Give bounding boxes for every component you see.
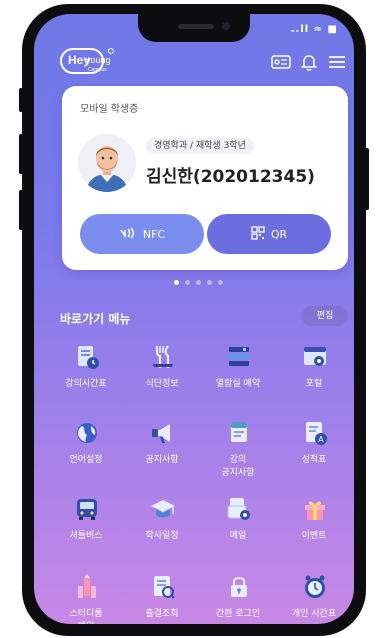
shortcut-label: 간편 로그인 xyxy=(215,609,261,619)
shortcut-label: 언어설정 xyxy=(69,455,103,465)
shortcut-meal-info[interactable]: 식단정보 xyxy=(124,344,200,414)
shortcut-academic-calendar[interactable]: 학사일정 xyxy=(124,496,200,566)
qr-label: QR xyxy=(270,227,288,241)
shortcut-quick-login[interactable]: 간편 로그인 xyxy=(200,574,276,624)
shortcut-study-room[interactable]: 스터디룸 예약 xyxy=(48,574,124,624)
shortcut-label: 성적표 xyxy=(301,455,327,465)
menu-icon[interactable] xyxy=(326,52,348,72)
id-card-icon[interactable] xyxy=(270,52,292,72)
bus-icon xyxy=(74,496,100,522)
speaker xyxy=(178,24,214,29)
logo-young-text: young xyxy=(86,55,111,65)
svg-text:A: A xyxy=(318,435,324,444)
front-camera xyxy=(222,22,230,30)
power-button xyxy=(365,148,369,210)
shortcut-label: 이벤트 xyxy=(301,531,327,541)
shortcuts-title: 바로가기 메뉴 xyxy=(60,312,131,326)
shortcut-language[interactable]: 언어설정 xyxy=(48,420,124,490)
megaphone-icon xyxy=(150,420,176,446)
cutlery-icon xyxy=(150,344,176,370)
silent-switch xyxy=(19,88,23,112)
shortcut-mail[interactable]: 메일 xyxy=(200,496,276,566)
student-name: 김신한(202012345) xyxy=(146,167,315,187)
nfc-button[interactable]: NFC xyxy=(80,214,204,254)
gift-icon xyxy=(302,496,328,522)
lock-icon xyxy=(226,574,252,600)
pencil-icon xyxy=(74,574,100,600)
app-screen: ..ll ≈ ■ Hey young Campus 모바일 학생증 경영학과 /… xyxy=(34,14,354,624)
shortcut-attendance[interactable]: 출결조회 xyxy=(124,574,200,624)
nfc-label: NFC xyxy=(142,227,166,241)
nfc-icon xyxy=(119,226,137,242)
attendance-icon xyxy=(150,574,176,600)
notch xyxy=(138,14,250,42)
volume-up-button xyxy=(19,134,23,174)
shortcut-notices[interactable]: 공지사항 xyxy=(124,420,200,490)
qr-icon xyxy=(251,225,265,243)
clock-icon xyxy=(302,574,328,600)
pager-dot[interactable] xyxy=(218,280,223,285)
grades-icon: A xyxy=(302,420,328,446)
shortcut-reading-room[interactable]: 열람실 예약 xyxy=(200,344,276,414)
pager-dot[interactable] xyxy=(207,280,212,285)
card-pager xyxy=(174,280,229,285)
mail-icon xyxy=(226,496,252,522)
shortcut-label: 셔틀버스 xyxy=(69,531,103,541)
status-indicators: ..ll ≈ ■ xyxy=(290,24,338,35)
shortcut-portal[interactable]: 포털 xyxy=(276,344,352,414)
department-badge: 경영학과 / 재학생 3학년 xyxy=(146,138,254,154)
avatar xyxy=(78,134,136,192)
logo-sub-text: Campus xyxy=(88,67,107,73)
shortcut-grades[interactable]: A 성적표 xyxy=(276,420,352,490)
shortcut-label: 강의 공지사항 xyxy=(221,455,255,478)
shortcut-label: 학사일정 xyxy=(145,531,179,541)
pager-dot[interactable] xyxy=(185,280,190,285)
edit-shortcuts-button[interactable]: 편집 xyxy=(302,306,348,326)
graduation-cap-icon xyxy=(150,496,176,522)
shortcut-lecture-notices[interactable]: 강의 공지사항 xyxy=(200,420,276,490)
portal-icon xyxy=(302,344,328,370)
shortcut-label: 메일 xyxy=(229,531,247,541)
mobile-student-card[interactable]: 모바일 학생증 경영학과 / 재학생 3학년 김신한(202012345) NF… xyxy=(62,86,348,270)
bell-icon[interactable] xyxy=(298,52,320,72)
shortcut-label: 공지사항 xyxy=(145,455,179,465)
qr-button[interactable]: QR xyxy=(207,214,331,254)
shortcut-personal-timetable[interactable]: 개인 시간표 xyxy=(276,574,352,624)
shortcut-label: 열람실 예약 xyxy=(215,379,261,389)
shortcut-label: 개인 시간표 xyxy=(291,609,337,619)
shortcut-label: 강의시간표 xyxy=(65,379,107,389)
shortcut-events[interactable]: 이벤트 xyxy=(276,496,352,566)
pager-dot[interactable] xyxy=(196,280,201,285)
globe-icon xyxy=(74,420,100,446)
heyyoung-logo[interactable]: Hey young Campus xyxy=(60,48,114,74)
shortcut-label: 포털 xyxy=(305,379,323,389)
card-title: 모바일 학생증 xyxy=(80,104,139,115)
pager-dot[interactable] xyxy=(174,280,179,285)
shortcut-label: 스터디룸 예약 xyxy=(69,609,103,624)
shortcut-shuttle-bus[interactable]: 셔틀버스 xyxy=(48,496,124,566)
notes-icon xyxy=(226,420,252,446)
shortcut-label: 식단정보 xyxy=(145,379,179,389)
timetable-icon xyxy=(74,344,100,370)
logo-dot xyxy=(108,48,114,54)
shortcut-timetable[interactable]: 강의시간표 xyxy=(48,344,124,414)
volume-down-button xyxy=(19,190,23,230)
shortcut-label: 출결조회 xyxy=(145,609,179,619)
books-icon xyxy=(226,344,252,370)
